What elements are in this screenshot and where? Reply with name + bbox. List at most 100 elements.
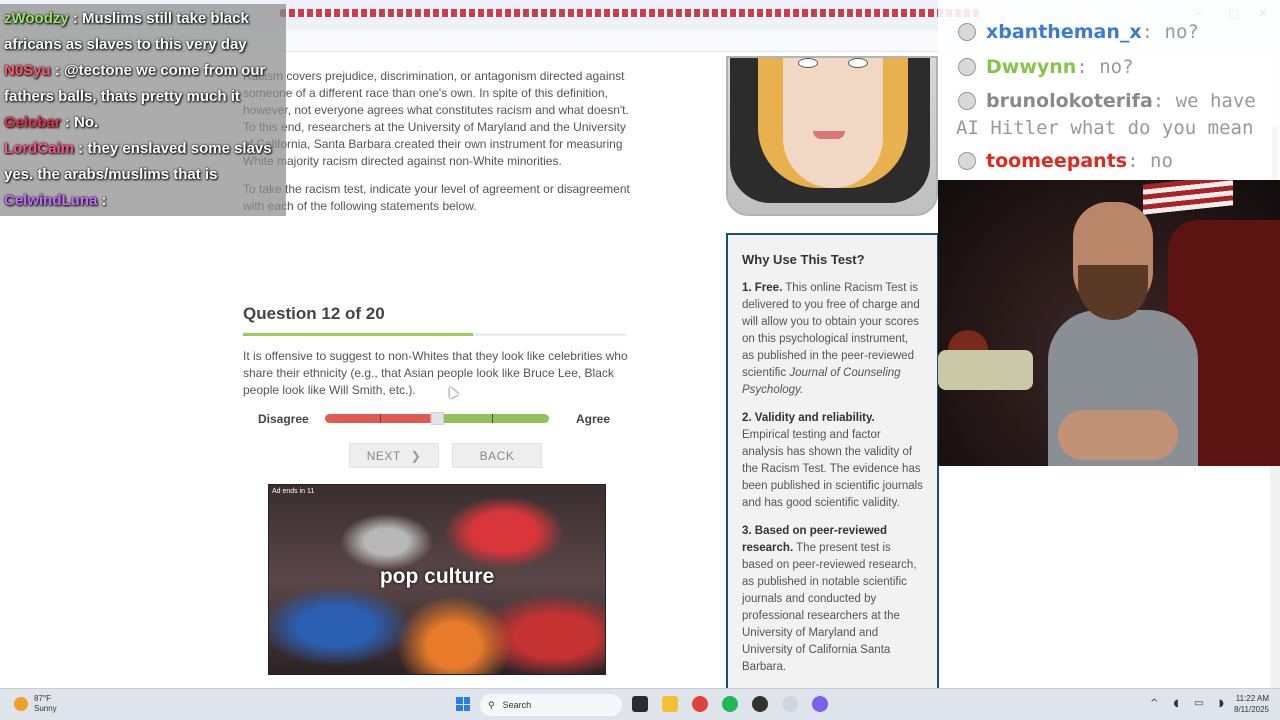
illustration-mouth — [813, 131, 845, 139]
search-icon: ⚲ — [488, 699, 495, 710]
chat-message: CelwindLuna : — [4, 190, 107, 212]
chat-text: fathers balls, thats pretty much it — [4, 88, 240, 105]
back-button-label: BACK — [479, 448, 515, 463]
chat-text: : Muslims still take black — [68, 10, 249, 27]
chat-message: africans as slaves to this very day — [4, 34, 247, 56]
question-progress-bar — [243, 333, 626, 336]
next-button[interactable]: NEXT ❯ — [349, 443, 439, 468]
eye-icon — [798, 58, 818, 68]
system-tray[interactable]: ^ ◖ ▭ ◗ — [1150, 698, 1230, 709]
why-item-title: 2. Validity and reliability. — [742, 412, 875, 424]
chat-separator: : — [1152, 90, 1165, 112]
tab-row[interactable] — [280, 9, 980, 17]
why-item-research: 3. Based on peer-reviewed research. The … — [742, 523, 923, 676]
why-item-body: Empirical testing and factor analysis ha… — [742, 429, 923, 509]
spotify-icon[interactable] — [722, 696, 738, 712]
weather-widget[interactable]: 87°F Sunny — [14, 694, 57, 714]
chat-username: Gelobar — [4, 114, 61, 131]
chat-message: brunolokoterifa: we have — [958, 89, 1256, 113]
disagree-label: Disagree — [258, 412, 309, 426]
intro-paragraph-2: To take the racism test, indicate your l… — [243, 182, 630, 213]
stream-chat-overlay-right: xbantheman_x: no? Dwwynn: no? brunolokoter… — [938, 0, 1280, 180]
slider-tick — [380, 414, 381, 423]
chat-text: : — [97, 192, 107, 209]
chat-text: AI Hitler what do you mean — [956, 117, 1254, 139]
why-item-validity: 2. Validity and reliability. Empirical t… — [742, 410, 923, 512]
chat-text: no? — [1087, 56, 1134, 78]
chat-message: toomeepants: no — [958, 149, 1173, 173]
chat-separator: : — [1076, 56, 1088, 78]
chat-text: africans as slaves to this very day — [4, 36, 247, 53]
chat-message: zWoodzy : Muslims still take black — [4, 8, 249, 30]
chat-username: Dwwynn — [986, 56, 1077, 78]
task-view-icon[interactable] — [632, 696, 648, 712]
illustration-card — [726, 56, 938, 216]
weather-temp: 87°F — [34, 694, 51, 703]
eye-icon — [848, 58, 868, 68]
discord-icon[interactable] — [812, 696, 828, 712]
why-heading: Why Use This Test? — [742, 252, 865, 267]
clock-date: 8/11/2025 — [1234, 705, 1269, 714]
chat-badge-icon — [958, 58, 976, 76]
chat-username: zWoodzy — [4, 10, 69, 27]
file-explorer-icon[interactable] — [662, 696, 678, 712]
windows-start-icon[interactable] — [456, 697, 470, 711]
illustration-face — [783, 58, 883, 188]
streamer-webcam — [938, 180, 1280, 466]
chat-text: yes. the arabs/muslims that is — [4, 166, 218, 183]
weather-condition: Sunny — [34, 704, 57, 713]
question-title: Question 12 of 20 — [243, 304, 385, 323]
chat-username: N0Syu — [4, 62, 51, 79]
next-button-label: NEXT — [366, 448, 401, 463]
chat-text: : @tectone we come from our — [50, 62, 266, 79]
chat-text: no? — [1153, 21, 1199, 43]
app-icon[interactable] — [752, 696, 768, 712]
ad-countdown: Ad ends in 11 — [272, 488, 315, 495]
microphone-arm — [938, 350, 1033, 390]
chat-text: we have — [1164, 90, 1256, 112]
chat-message: xbantheman_x: no? — [958, 20, 1199, 44]
chat-separator: : — [1127, 150, 1139, 172]
why-item-body: This online Racism Test is delivered to … — [742, 282, 920, 379]
chat-message: AI Hitler what do you mean — [956, 116, 1253, 140]
why-item-free: 1. Free. This online Racism Test is deli… — [742, 280, 923, 399]
why-item-body: The present test is based on peer-review… — [742, 542, 917, 673]
taskbar-clock[interactable]: 11:22 AM 8/11/2025 — [1225, 693, 1269, 715]
chat-username: brunolokoterifa — [986, 90, 1153, 112]
taskbar-search[interactable]: ⚲ Search — [480, 694, 622, 716]
slider-handle[interactable] — [431, 412, 444, 425]
slider-tick — [492, 414, 493, 423]
chat-message: Gelobar : No. — [4, 112, 98, 134]
chat-username: LordCaim — [4, 140, 75, 157]
chat-text: no — [1138, 150, 1173, 172]
why-use-panel: Why Use This Test? 1. Free. This online … — [726, 233, 939, 693]
chat-username: CelwindLuna — [4, 192, 98, 209]
chat-text: : they enslaved some slavs — [74, 140, 272, 157]
search-label: Search — [502, 700, 532, 710]
video-ad[interactable]: Ad ends in 11 pop culture — [268, 484, 606, 675]
chat-separator: : — [1141, 21, 1154, 43]
chat-username: toomeepants — [986, 150, 1128, 172]
webcam-flag — [1143, 180, 1233, 215]
chat-message: LordCaim : they enslaved some slavs — [4, 138, 272, 160]
chat-badge-icon — [958, 23, 976, 41]
back-button[interactable]: BACK — [452, 443, 542, 468]
chat-badge-icon — [958, 152, 976, 170]
chat-message: Dwwynn: no? — [958, 55, 1134, 79]
sun-icon — [14, 697, 28, 711]
ad-caption: pop culture — [379, 565, 495, 588]
chat-message: yes. the arabs/muslims that is — [4, 164, 217, 186]
chat-username: xbantheman_x — [986, 21, 1142, 43]
intro-text: Racism covers prejudice, discrimination,… — [243, 68, 635, 226]
agree-label: Agree — [576, 412, 611, 426]
webcam-person-hands — [1058, 410, 1178, 460]
intro-paragraph-1: Racism covers prejudice, discrimination,… — [243, 69, 629, 168]
chrome-icon[interactable] — [692, 696, 708, 712]
question-text: It is offensive to suggest to non-Whites… — [243, 349, 628, 397]
chat-message: N0Syu : @tectone we come from our — [4, 60, 265, 82]
progress-fill — [243, 333, 473, 336]
chevron-right-icon: ❯ — [410, 448, 422, 463]
why-item-title: 1. Free. — [742, 282, 783, 294]
chat-message: fathers balls, thats pretty much it — [4, 86, 240, 108]
app-icon[interactable] — [782, 696, 798, 712]
